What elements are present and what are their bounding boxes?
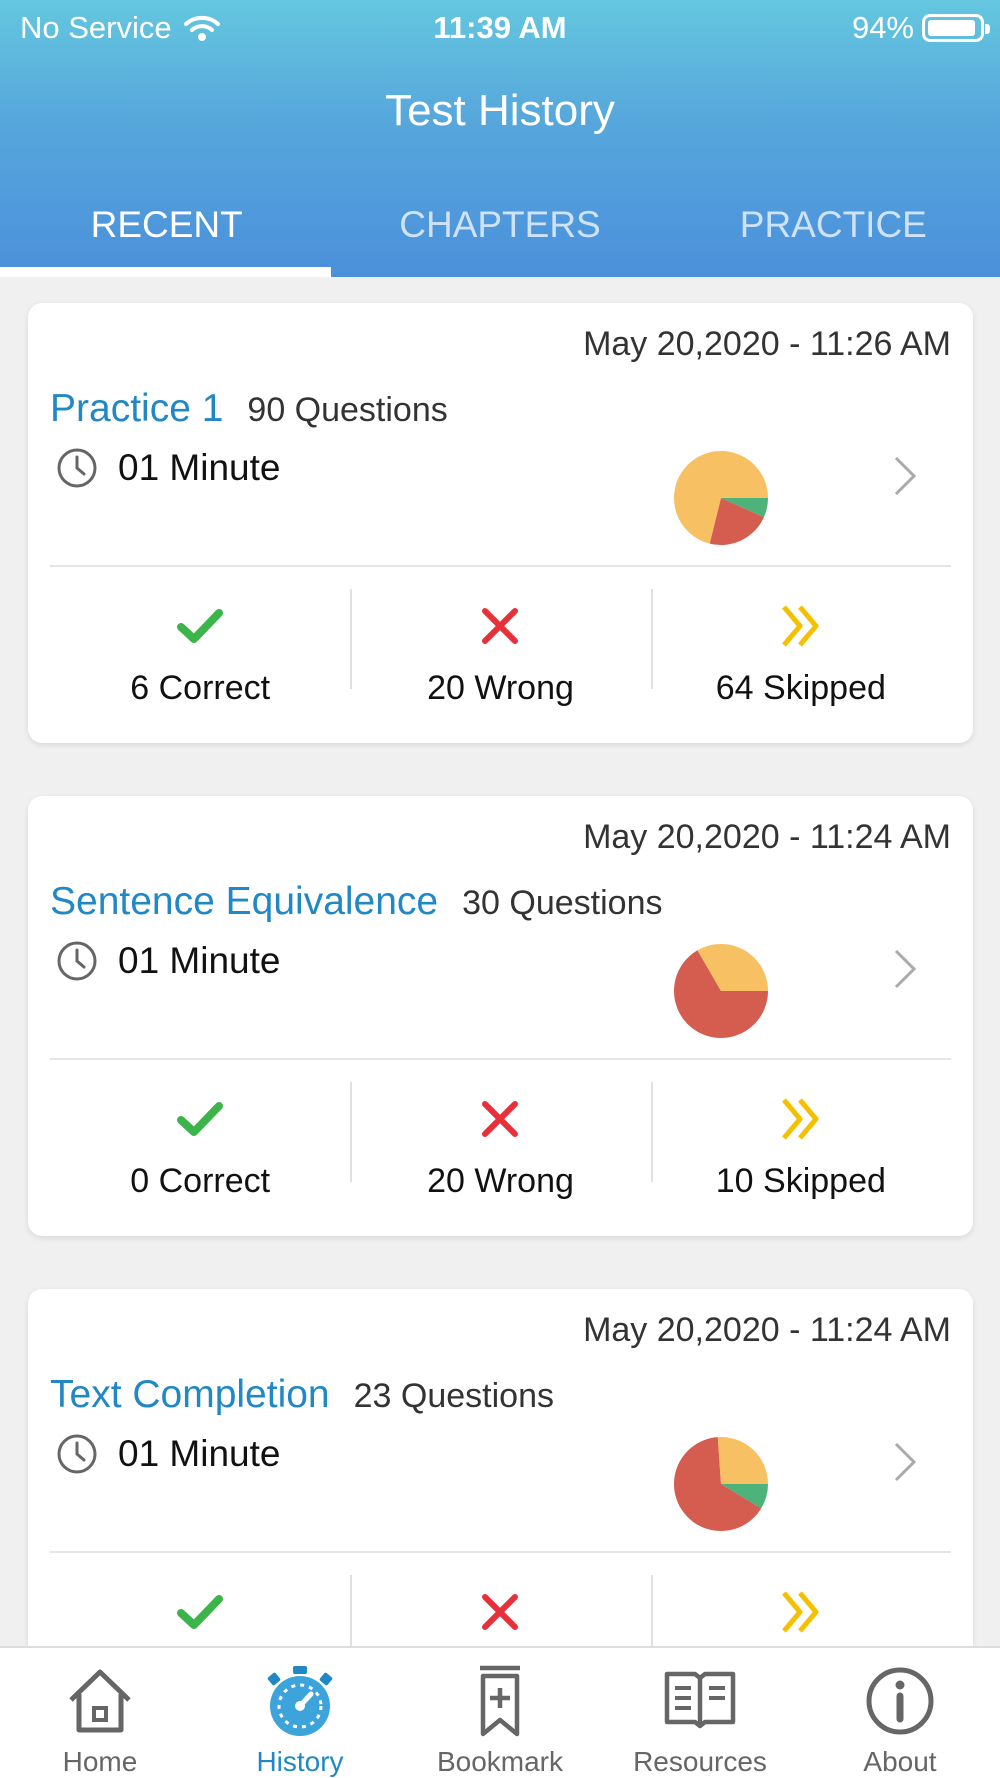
chevron-right-icon[interactable]: [890, 1440, 920, 1484]
home-icon: [69, 1669, 131, 1733]
test-card[interactable]: May 20,2020 - 11:26 AM Practice 1 90 Que…: [28, 303, 973, 743]
tab-bar: RECENT CHAPTERS PRACTICE: [0, 190, 1000, 277]
correct-label: 6 Correct: [130, 669, 271, 707]
pie-slice-skipped: [717, 1437, 768, 1484]
result-stats: 6 Correct 20 Wrong 64 Skipped: [50, 567, 951, 743]
test-date: May 20,2020 - 11:26 AM: [583, 325, 951, 363]
wrong-label: 20 Wrong: [427, 1162, 574, 1200]
tab-recent[interactable]: RECENT: [0, 190, 333, 277]
cross-icon: [482, 1594, 519, 1630]
checkmark-icon: [177, 1595, 224, 1629]
clock-icon: [57, 1434, 97, 1474]
bottom-tab-bar: Home History Bookmark Resources About: [0, 1646, 1000, 1778]
stat-wrong: [350, 1553, 650, 1646]
stat-skipped: 10 Skipped: [650, 1060, 951, 1236]
stat-correct: [50, 1553, 350, 1646]
test-date: May 20,2020 - 11:24 AM: [583, 1311, 951, 1349]
page-title: Test History: [385, 86, 615, 135]
clock-icon: [57, 941, 97, 981]
double-chevron-icon: [781, 605, 819, 647]
stat-correct: 6 Correct: [50, 567, 350, 743]
cross-icon: [482, 608, 519, 644]
wrong-label: 20 Wrong: [427, 669, 574, 707]
test-duration: 01 Minute: [118, 1433, 281, 1474]
stat-skipped: 64 Skipped: [650, 567, 951, 743]
result-pie-chart: [674, 1437, 768, 1531]
test-history-list[interactable]: May 20,2020 - 11:26 AM Practice 1 90 Que…: [0, 277, 1000, 1646]
question-count: 30 Questions: [462, 884, 663, 922]
test-date: May 20,2020 - 11:24 AM: [583, 818, 951, 856]
stat-wrong: 20 Wrong: [350, 1060, 650, 1236]
result-pie-chart: [674, 944, 768, 1038]
nav-bookmark-label: Bookmark: [436, 1746, 564, 1777]
clock-time: 11:39 AM: [433, 10, 567, 45]
clock-icon: [57, 448, 97, 488]
nav-about[interactable]: About: [800, 1648, 1000, 1778]
stopwatch-icon: [267, 1666, 333, 1736]
skipped-label: 64 Skipped: [715, 669, 886, 707]
test-card[interactable]: May 20,2020 - 11:24 AM Text Completion 2…: [28, 1289, 973, 1646]
checkmark-icon: [177, 609, 224, 643]
chevron-right-icon[interactable]: [890, 947, 920, 991]
correct-label: 0 Correct: [130, 1162, 271, 1200]
tab-active-indicator: [0, 267, 331, 277]
nav-home[interactable]: Home: [0, 1648, 200, 1778]
double-chevron-icon: [781, 1098, 819, 1140]
test-name: Practice 1: [50, 387, 224, 430]
nav-about-label: About: [863, 1746, 937, 1777]
stat-wrong: 20 Wrong: [350, 567, 650, 743]
stat-skipped: [650, 1553, 951, 1646]
nav-history[interactable]: History: [200, 1648, 400, 1778]
result-stats: 0 Correct 20 Wrong 10 Skipped: [50, 1060, 951, 1236]
chevron-right-icon[interactable]: [890, 454, 920, 498]
app-header: No Service 11:39 AM 94% Test History REC…: [0, 0, 1000, 277]
tab-practice[interactable]: PRACTICE: [667, 190, 1000, 277]
question-count: 90 Questions: [247, 391, 448, 429]
battery-percent: 94%: [851, 10, 914, 45]
nav-history-label: History: [256, 1746, 344, 1777]
question-count: 23 Questions: [353, 1377, 554, 1415]
test-duration: 01 Minute: [118, 940, 281, 981]
checkmark-icon: [177, 1102, 224, 1136]
double-chevron-icon: [781, 1591, 819, 1633]
bookmark-icon: [480, 1665, 520, 1737]
skipped-label: 10 Skipped: [715, 1162, 886, 1200]
status-bar: No Service 11:39 AM 94%: [0, 0, 1000, 56]
nav-bookmark[interactable]: Bookmark: [400, 1648, 600, 1778]
nav-home-label: Home: [62, 1746, 138, 1777]
tab-chapters[interactable]: CHAPTERS: [333, 190, 666, 277]
test-duration: 01 Minute: [118, 447, 281, 488]
test-name: Sentence Equivalence: [50, 880, 439, 923]
test-card[interactable]: May 20,2020 - 11:24 AM Sentence Equivale…: [28, 796, 973, 1236]
nav-resources-label: Resources: [633, 1746, 767, 1777]
battery-icon: [922, 14, 990, 42]
cross-icon: [482, 1101, 519, 1137]
stat-correct: 0 Correct: [50, 1060, 350, 1236]
test-name: Text Completion: [50, 1373, 330, 1416]
nav-resources[interactable]: Resources: [600, 1648, 800, 1778]
info-icon: [866, 1667, 934, 1735]
result-stats: [50, 1553, 951, 1646]
result-pie-chart: [674, 451, 768, 545]
book-icon: [664, 1671, 736, 1729]
